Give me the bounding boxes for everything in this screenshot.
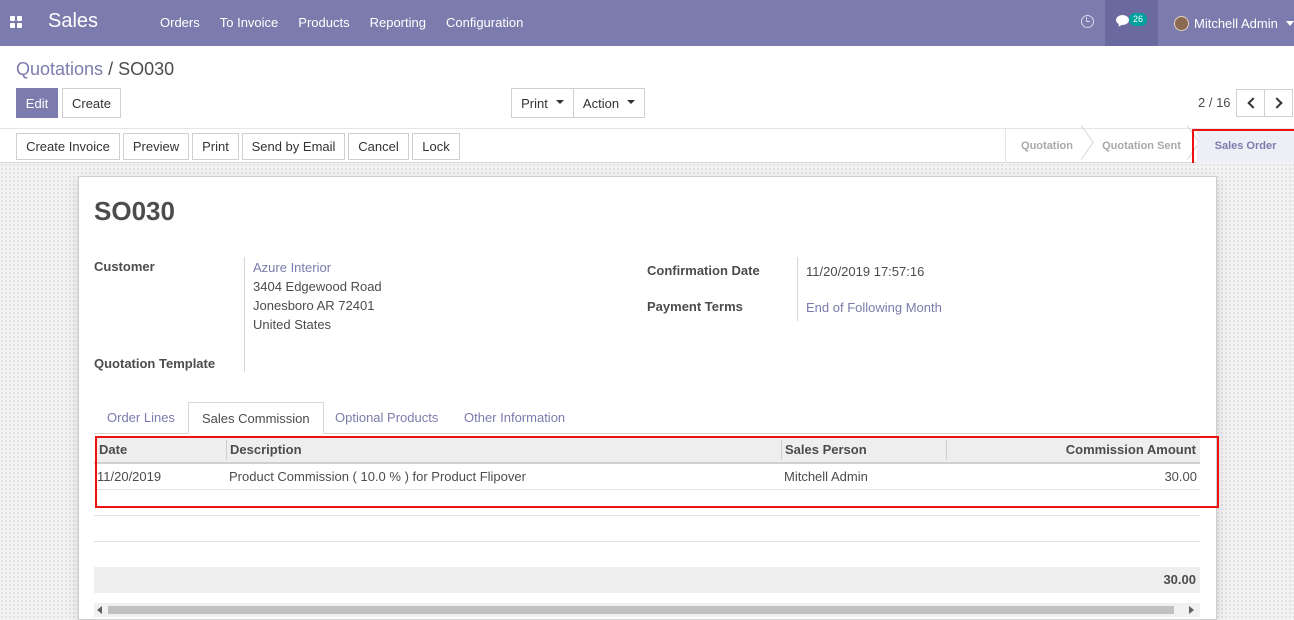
confirmation-date-value: 11/20/2019 17:57:16 <box>806 264 925 279</box>
caret-down-icon <box>627 100 636 104</box>
breadcrumb: Quotations / SO030 <box>16 59 174 80</box>
address-line-3: United States <box>253 317 332 332</box>
user-name: Mitchell Admin <box>1194 15 1278 31</box>
send-by-email-button[interactable]: Send by Email <box>242 133 345 160</box>
activity-clock-icon[interactable] <box>1081 15 1094 28</box>
main-menu: Orders To Invoice Products Reporting Con… <box>150 0 533 46</box>
menu-orders[interactable]: Orders <box>150 0 210 46</box>
order-title: SO030 <box>94 196 175 226</box>
field-separator <box>797 257 798 321</box>
caret-down-icon <box>555 100 564 104</box>
pager-previous-button[interactable] <box>1236 89 1265 117</box>
address-line-1: 3404 Edgewood Road <box>253 279 382 294</box>
menu-products[interactable]: Products <box>288 0 359 46</box>
breadcrumb-separator: / <box>108 59 114 79</box>
avatar <box>1174 15 1189 31</box>
highlight-box <box>95 436 1219 508</box>
preview-button[interactable]: Preview <box>123 133 189 160</box>
confirmation-date-label: Confirmation Date <box>647 263 760 278</box>
create-button[interactable]: Create <box>62 88 121 118</box>
menu-to-invoice[interactable]: To Invoice <box>210 0 289 46</box>
tab-sales-commission[interactable]: Sales Commission <box>188 402 324 434</box>
commission-total: 30.00 <box>1163 572 1196 587</box>
cancel-button[interactable]: Cancel <box>348 133 409 160</box>
pager-value[interactable]: 2 / 16 <box>1198 95 1231 110</box>
breadcrumb-current: SO030 <box>118 59 175 79</box>
lock-button[interactable]: Lock <box>412 133 460 160</box>
row-divider <box>94 515 1200 516</box>
menu-reporting[interactable]: Reporting <box>360 0 436 46</box>
chevron-right-icon <box>1270 97 1283 109</box>
create-invoice-button[interactable]: Create Invoice <box>16 133 120 160</box>
scrollbar-thumb[interactable] <box>108 606 1174 614</box>
customer-link[interactable]: Azure Interior <box>253 260 331 275</box>
top-navbar: Sales Orders To Invoice Products Reporti… <box>0 0 1294 46</box>
apps-grid-icon[interactable] <box>10 16 23 29</box>
scroll-right-icon[interactable] <box>1189 606 1194 614</box>
print-dropdown-label: Print <box>521 95 548 111</box>
chat-count-badge: 26 <box>1129 13 1148 26</box>
tab-order-lines[interactable]: Order Lines <box>94 402 188 434</box>
tab-optional-products[interactable]: Optional Products <box>322 402 451 434</box>
form-sheet <box>78 176 1217 620</box>
row-divider <box>94 541 1200 542</box>
horizontal-scrollbar[interactable] <box>94 603 1200 617</box>
customer-label: Customer <box>94 259 155 274</box>
table-footer: 30.00 <box>94 567 1200 593</box>
address-line-2: Jonesboro AR 72401 <box>253 298 375 313</box>
tab-other-information[interactable]: Other Information <box>451 402 578 434</box>
chevron-left-icon <box>1246 97 1259 109</box>
action-dropdown[interactable]: Action <box>573 88 645 118</box>
payment-terms-label: Payment Terms <box>647 299 743 314</box>
app-brand[interactable]: Sales <box>48 10 98 33</box>
breadcrumb-quotations[interactable]: Quotations <box>16 59 103 79</box>
field-separator <box>244 257 245 372</box>
print-dropdown[interactable]: Print <box>511 88 574 118</box>
menu-configuration[interactable]: Configuration <box>436 0 533 46</box>
print-button[interactable]: Print <box>192 133 239 160</box>
chat-bubble-icon <box>1116 15 1129 25</box>
chevron-down-icon <box>1285 20 1294 26</box>
action-dropdown-label: Action <box>582 95 620 111</box>
pager-next-button[interactable] <box>1264 89 1293 117</box>
quotation-template-label: Quotation Template <box>94 356 216 371</box>
scroll-left-icon[interactable] <box>97 606 102 614</box>
messaging-menu[interactable]: 26 <box>1105 0 1158 46</box>
payment-terms-link[interactable]: End of Following Month <box>806 300 942 315</box>
status-bar: Create Invoice Preview Print Send by Ema… <box>0 128 1294 163</box>
edit-button[interactable]: Edit <box>16 88 58 118</box>
user-menu[interactable]: Mitchell Admin <box>1174 0 1294 46</box>
